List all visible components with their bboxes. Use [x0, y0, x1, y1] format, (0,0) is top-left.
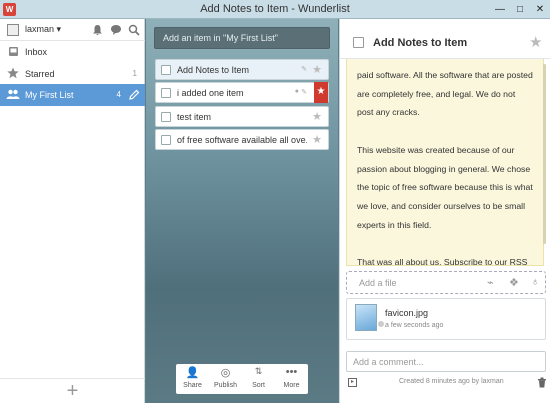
task-title: Add Notes to Item: [177, 65, 250, 75]
task-checkbox[interactable]: [161, 65, 171, 75]
note-paragraph: This website was created because of our …: [357, 144, 533, 230]
task-row[interactable]: of free software available all ove... ★: [155, 129, 329, 150]
star-icon[interactable]: ★: [312, 133, 322, 146]
task-title: i added one item: [177, 88, 244, 98]
detail-footer: ▸ Created 8 minutes ago by laxman: [339, 375, 550, 390]
sidebar-item-label: Starred: [25, 69, 55, 79]
publish-label: Publish: [214, 382, 237, 389]
starred-ribbon-icon[interactable]: ★: [314, 82, 328, 103]
avatar[interactable]: [7, 24, 19, 36]
sidebar-item-label: My First List: [25, 90, 74, 100]
share-button[interactable]: 👤 Share: [176, 364, 209, 394]
star-icon[interactable]: ★: [312, 63, 322, 76]
notes-area[interactable]: paid software. All the software that are…: [346, 59, 544, 266]
sidebar-item-count: 1: [132, 69, 137, 78]
pin-icon: ✎: [301, 89, 307, 96]
close-button[interactable]: ✕: [531, 0, 549, 19]
user-menu[interactable]: laxman ▾: [25, 24, 61, 35]
file-time: a few seconds ago: [385, 322, 444, 329]
inbox-icon: [9, 47, 18, 56]
task-row[interactable]: test item ★: [155, 106, 329, 127]
attach-icon[interactable]: ⌁: [487, 276, 494, 289]
share-label: Share: [183, 382, 202, 389]
task-row[interactable]: i added one item ● ✎ ★: [155, 82, 329, 103]
bell-icon[interactable]: [92, 24, 103, 36]
task-title: test item: [177, 112, 212, 122]
list-toolbar: 👤 Share ◎ Publish ⇅ Sort ••• More: [176, 364, 308, 394]
sidebar-header: laxman ▾: [0, 19, 145, 41]
add-item-input[interactable]: Add an item in "My First List": [154, 27, 330, 49]
microphone-icon[interactable]: ♁: [531, 276, 539, 288]
window-title: Add Notes to Item - Wunderlist: [200, 3, 350, 15]
add-file-dropzone[interactable]: Add a file ⌁ ❖ ♁: [346, 271, 546, 294]
note-paragraph: paid software. All the software that are…: [357, 70, 533, 118]
detail-checkbox[interactable]: [353, 37, 364, 48]
collapse-panel-icon[interactable]: ▸: [348, 378, 357, 387]
uploader-avatar: [378, 321, 384, 327]
comments-icon[interactable]: [110, 24, 122, 36]
created-info: Created 8 minutes ago by laxman: [399, 378, 504, 385]
task-checkbox[interactable]: [161, 88, 171, 98]
add-list-button[interactable]: +: [0, 378, 145, 403]
task-title: of free software available all ove...: [177, 135, 307, 145]
detail-header: Add Notes to Item ★: [339, 19, 550, 59]
search-icon[interactable]: [128, 24, 140, 36]
task-checkbox[interactable]: [161, 112, 171, 122]
sidebar-item-count: 4: [116, 90, 121, 99]
sidebar-item-my-first-list[interactable]: My First List 4: [0, 84, 145, 106]
file-thumbnail[interactable]: [355, 304, 377, 331]
file-name[interactable]: favicon.jpg: [385, 308, 428, 318]
sidebar-item-starred[interactable]: Starred 1: [0, 63, 145, 85]
add-file-label: Add a file: [359, 278, 397, 288]
more-button[interactable]: ••• More: [275, 364, 308, 394]
more-icon: •••: [285, 366, 298, 378]
dropbox-icon[interactable]: ❖: [509, 276, 519, 289]
detail-title[interactable]: Add Notes to Item: [373, 37, 467, 49]
maximize-button[interactable]: □: [511, 0, 529, 19]
sort-button[interactable]: ⇅ Sort: [242, 364, 275, 394]
share-icon: 👤: [185, 367, 200, 379]
notes-scrollbar[interactable]: [543, 64, 546, 244]
users-icon: [6, 89, 20, 99]
star-icon: [7, 67, 19, 79]
comment-input[interactable]: Add a comment...: [346, 351, 546, 372]
pin-icon: ✎: [301, 66, 307, 73]
task-checkbox[interactable]: [161, 135, 171, 145]
sidebar-item-label: Inbox: [25, 47, 48, 57]
star-icon[interactable]: ★: [529, 33, 542, 51]
task-row[interactable]: Add Notes to Item ✎ ★: [155, 59, 329, 80]
trash-icon[interactable]: [537, 377, 547, 388]
comment-dot-icon: ●: [294, 88, 299, 95]
star-icon[interactable]: ★: [312, 110, 322, 123]
edit-pencil-icon[interactable]: [129, 89, 140, 100]
sidebar-item-inbox[interactable]: Inbox: [0, 41, 145, 63]
note-paragraph: That was all about us. Subscribe to our …: [357, 257, 528, 266]
more-label: More: [283, 382, 300, 389]
sort-icon: ⇅: [254, 366, 263, 376]
minimize-button[interactable]: —: [491, 0, 509, 19]
publish-icon: ◎: [220, 367, 231, 379]
publish-button[interactable]: ◎ Publish: [209, 364, 242, 394]
sort-label: Sort: [252, 382, 265, 389]
